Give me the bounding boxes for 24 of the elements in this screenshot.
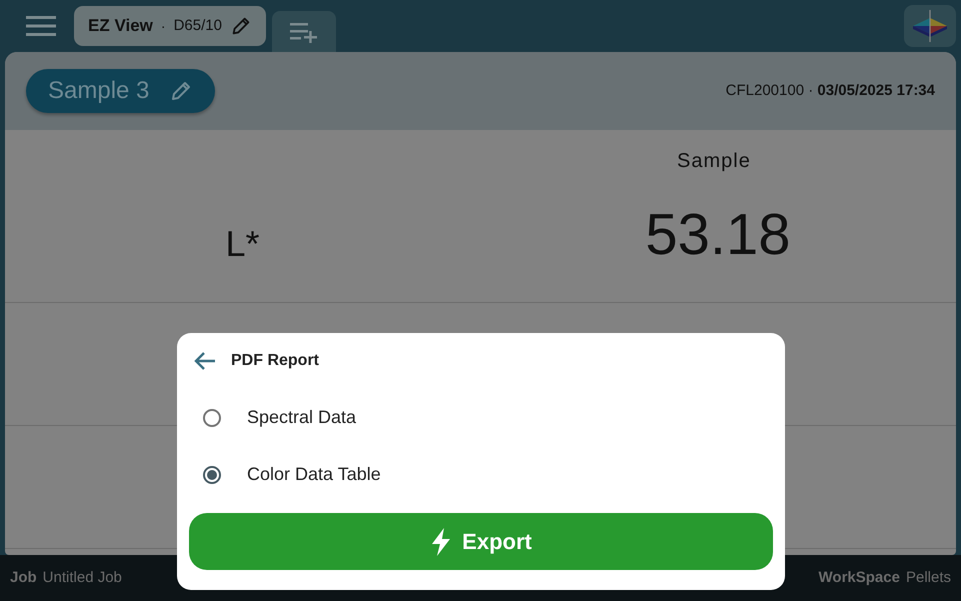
add-list-icon [290,20,318,42]
add-tab-button[interactable] [272,11,336,52]
separator-dot: · [160,16,166,36]
view-tab[interactable]: EZ View · D65/10 [74,6,266,46]
column-header: Sample [677,149,751,170]
job-label: Job [10,568,37,588]
lightning-icon [430,526,452,556]
radio-option[interactable]: Spectral Data [189,389,773,446]
menu-icon[interactable] [26,15,56,37]
color-diamond-icon [911,9,949,43]
radio-option[interactable]: Color Data Table [189,446,773,503]
workspace-label: WorkSpace [818,568,900,588]
sample-name-button[interactable]: Sample 3 [26,69,216,113]
workspace-name: Pellets [906,568,951,588]
radio-button[interactable] [203,408,221,426]
instrument-timestamp: CFL200100 · 03/05/2025 17:34 [726,80,935,101]
radio-button[interactable] [203,466,221,484]
job-name: Untitled Job [42,568,122,588]
row-label: L* [225,222,260,266]
dialog-title: PDF Report [231,351,319,371]
export-button[interactable]: Export [189,513,773,570]
back-arrow-icon[interactable] [193,350,217,372]
row-value: 53.18 [645,200,791,268]
instrument-logo-button[interactable] [904,5,956,47]
